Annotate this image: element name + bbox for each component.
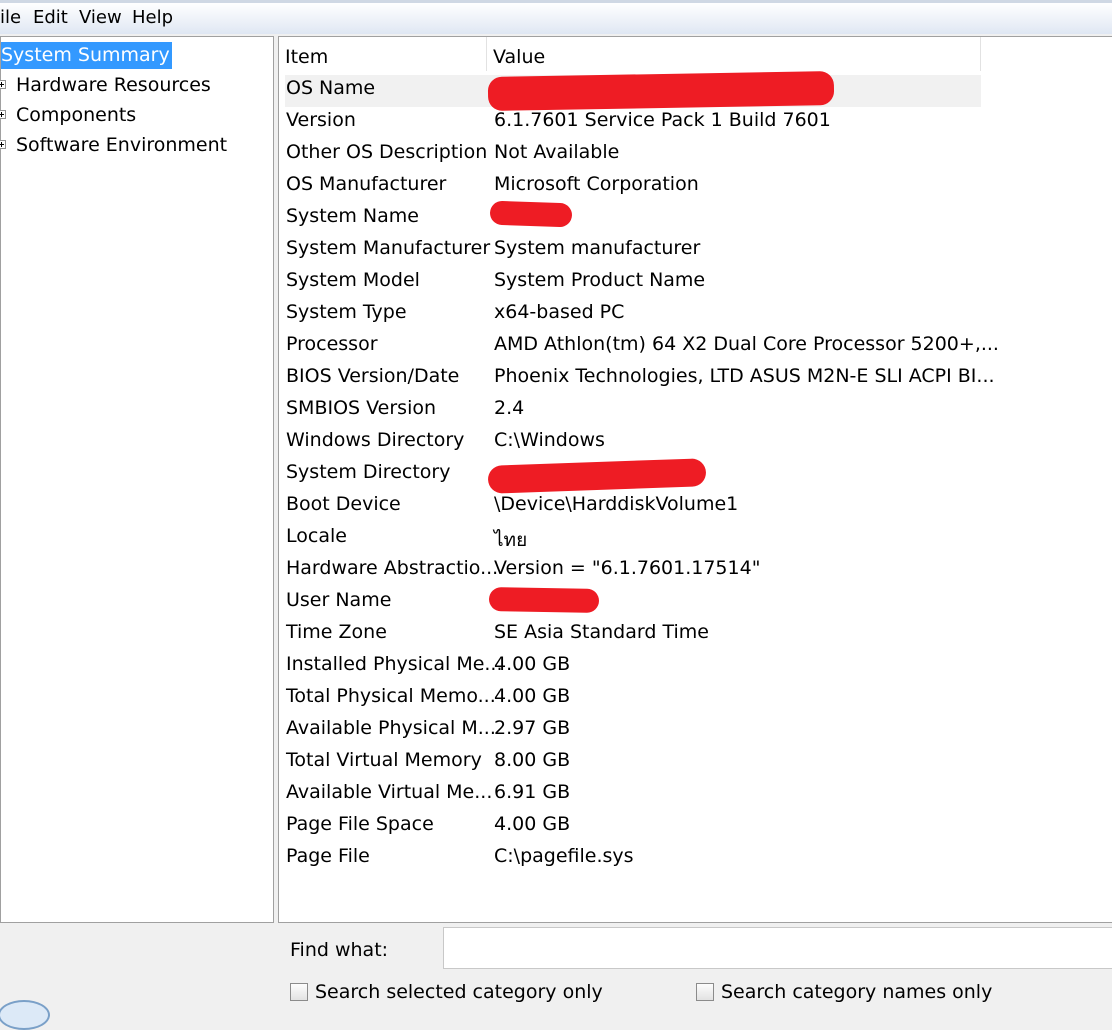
value-cell: C:\pagefile.sys [494, 845, 634, 867]
item-cell: Locale [286, 525, 347, 547]
tree-item-label: Components [16, 104, 137, 126]
value-cell: ไทย [494, 529, 528, 551]
column-header-filler [981, 37, 1112, 71]
menu-bar: ile Edit View Help [0, 0, 1112, 34]
item-cell: Installed Physical Me... [286, 653, 503, 675]
value-cell: Version = "6.1.7601.17514" [494, 557, 761, 579]
menu-edit[interactable]: Edit [33, 7, 68, 28]
item-cell: Processor [286, 333, 378, 355]
item-cell: System Name [286, 205, 419, 227]
item-cell: OS Name [286, 77, 376, 99]
item-cell: Hardware Abstractio... [286, 557, 499, 579]
item-cell: System Manufacturer [286, 237, 491, 259]
value-cell: Not Available [494, 141, 620, 163]
value-cell: AMD Athlon(tm) 64 X2 Dual Core Processor… [494, 333, 999, 355]
item-cell: User Name [286, 589, 392, 611]
search-category-names-label: Search category names only [721, 981, 993, 1003]
menu-view[interactable]: View [79, 7, 122, 28]
item-cell: System Directory [286, 461, 451, 483]
item-cell: Version [286, 109, 356, 131]
find-what-label: Find what: [290, 939, 389, 961]
item-cell: Other OS Description [286, 141, 488, 163]
expand-plus-icon[interactable] [0, 140, 6, 149]
item-cell: Time Zone [286, 621, 387, 643]
column-header-value[interactable]: Value [487, 37, 981, 71]
menu-help[interactable]: Help [132, 7, 173, 28]
value-cell: C:\Windows [494, 429, 605, 451]
value-cell: 4.00 GB [494, 685, 571, 707]
value-cell: 8.00 GB [494, 749, 571, 771]
search-selected-category-label: Search selected category only [315, 981, 603, 1003]
value-cell: 2.4 [494, 397, 525, 419]
expand-plus-icon[interactable] [0, 80, 6, 89]
item-cell: Page File [286, 845, 370, 867]
search-category-names-checkbox[interactable] [696, 983, 714, 1001]
item-cell: OS Manufacturer [286, 173, 447, 195]
redaction-mark [487, 70, 835, 112]
value-cell: 6.91 GB [494, 781, 571, 803]
item-cell: System Type [286, 301, 407, 323]
tree-item-label: Software Environment [16, 134, 228, 156]
column-header-item[interactable]: Item [279, 37, 487, 71]
item-cell: Available Physical M... [286, 717, 496, 739]
item-cell: BIOS Version/Date [286, 365, 460, 387]
item-cell: Page File Space [286, 813, 434, 835]
item-cell: Available Virtual Me... [286, 781, 493, 803]
item-cell: Boot Device [286, 493, 401, 515]
menu-file[interactable]: ile [0, 7, 21, 28]
item-cell: SMBIOS Version [286, 397, 437, 419]
item-cell: System Model [286, 269, 420, 291]
value-cell: 2.97 GB [494, 717, 571, 739]
value-cell: Phoenix Technologies, LTD ASUS M2N-E SLI… [494, 365, 995, 387]
value-cell: Microsoft Corporation [494, 173, 699, 195]
value-cell: 4.00 GB [494, 813, 571, 835]
value-cell: 6.1.7601 Service Pack 1 Build 7601 [494, 109, 831, 131]
redaction-mark [488, 587, 600, 613]
value-cell: \Device\HarddiskVolume1 [494, 493, 739, 515]
value-cell: x64-based PC [494, 301, 625, 323]
tree-item-system-summary[interactable]: System Summary [1, 42, 172, 69]
item-cell: Total Virtual Memory [286, 749, 482, 771]
category-tree[interactable]: System Summary Hardware Resources Compon… [0, 36, 274, 923]
find-what-input[interactable] [443, 927, 1112, 969]
redaction-mark [489, 200, 573, 228]
value-cell: SE Asia Standard Time [494, 621, 709, 643]
tree-item-label: Hardware Resources [16, 74, 211, 96]
expand-plus-icon[interactable] [0, 110, 6, 119]
item-cell: Windows Directory [286, 429, 465, 451]
value-cell: 4.00 GB [494, 653, 571, 675]
item-cell: Total Physical Memo... [286, 685, 496, 707]
search-selected-category-checkbox[interactable] [290, 983, 308, 1001]
value-cell: System manufacturer [494, 237, 701, 259]
app-icon [0, 1000, 50, 1030]
value-cell: System Product Name [494, 269, 706, 291]
